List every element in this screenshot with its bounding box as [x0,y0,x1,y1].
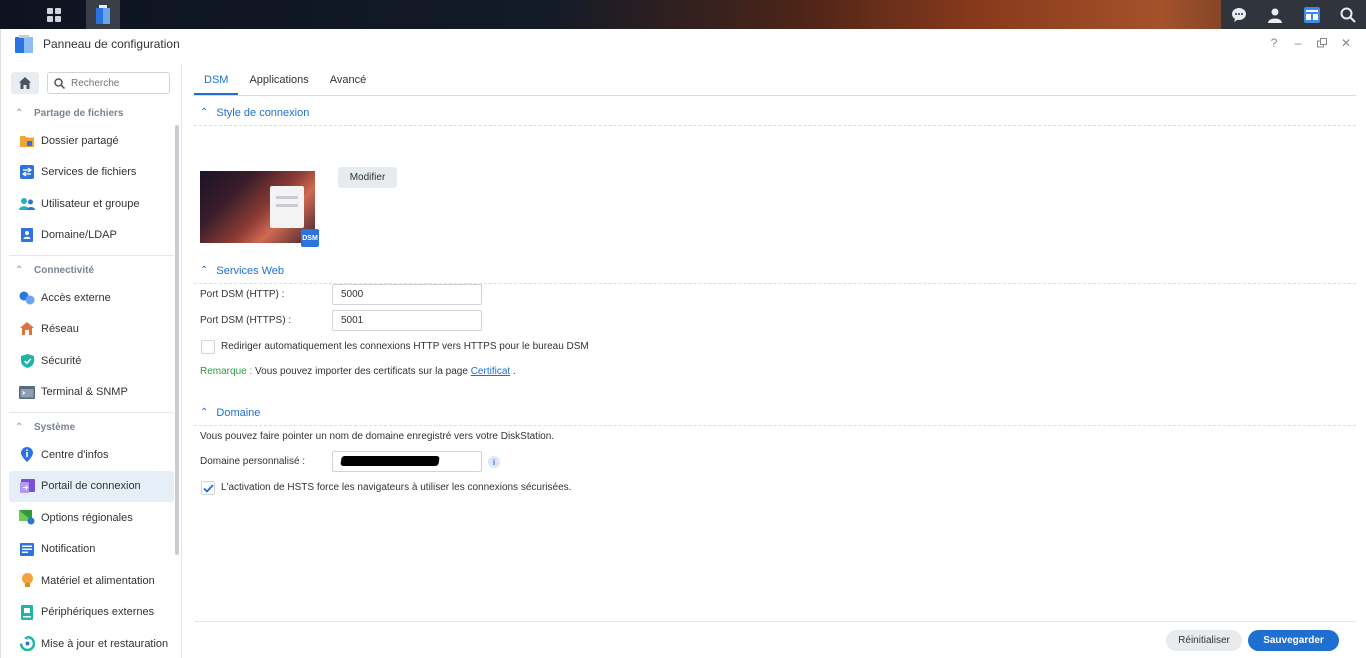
login-portal-icon [19,478,35,494]
search-box[interactable] [47,72,170,94]
users-icon [19,196,35,212]
sidebar-item-hardware-power[interactable]: Matériel et alimentation [9,565,174,597]
redacted-domain [340,456,440,466]
sidebar-item-network[interactable]: Réseau [9,314,174,346]
certificate-remark: Remarque : Vous pouvez importer des cert… [200,366,516,377]
taskbar-tray [1221,0,1366,29]
https-port-field[interactable] [332,310,482,331]
regional-icon [19,510,35,526]
sidebar-item-external-devices[interactable]: Périphériques externes [9,597,174,629]
terminal-icon [19,384,35,400]
desktop-taskbar [0,0,1366,29]
control-panel-window: Panneau de configuration ? – ✕ ⌃ [0,29,1366,658]
restore-icon[interactable] [1316,37,1328,49]
section-web-services[interactable]: ⌃ Services Web [194,258,1356,284]
http-port-label: Port DSM (HTTP) : [200,289,285,300]
section-login-style[interactable]: ⌃ Style de connexion [194,100,1356,126]
sidebar-item-file-services[interactable]: Services de fichiers [9,157,174,189]
window-title: Panneau de configuration [43,37,180,51]
divider [9,255,174,256]
sidebar-item-login-portal[interactable]: Portail de connexion [9,470,174,502]
hsts-checkbox[interactable] [201,481,215,495]
tab-applications[interactable]: Applications [239,74,318,95]
sidebar-scrollbar[interactable] [175,125,179,555]
domain-icon [19,227,35,243]
sidebar-item-notification[interactable]: Notification [9,534,174,566]
chevron-up-icon: ⌃ [200,407,209,418]
remark-prefix: Remarque : [200,366,253,377]
control-panel-icon[interactable] [86,0,120,29]
sidebar-item-terminal-snmp[interactable]: Terminal & SNMP [9,377,174,409]
chat-icon[interactable] [1229,5,1249,25]
chevron-up-icon: ⌃ [15,107,24,119]
divider [9,412,174,413]
chevron-up-icon: ⌃ [200,265,209,276]
hsts-label: L'activation de HSTS force les navigateu… [221,482,572,493]
section-domain[interactable]: ⌃ Domaine [194,400,1356,426]
folder-share-icon [19,133,35,149]
sidebar-item-regional-options[interactable]: Options régionales [9,502,174,534]
login-style-preview[interactable] [200,171,315,243]
group-system[interactable]: ⌃ Système [9,415,174,439]
control-panel-app-icon [15,35,35,53]
domain-description: Vous pouvez faire pointer un nom de doma… [200,431,555,442]
home-button[interactable] [11,72,39,94]
info-center-icon [19,447,35,463]
sidebar: ⌃ Partage de fichiers Dossier partagé Se… [1,65,182,658]
home-icon [19,77,31,89]
file-services-icon [19,164,35,180]
sidebar-item-update-restore[interactable]: Mise à jour et restauration [9,628,174,658]
modify-button[interactable]: Modifier [338,167,397,188]
user-icon[interactable] [1265,5,1285,25]
search-icon[interactable] [1338,5,1358,25]
sidebar-item-user-group[interactable]: Utilisateur et groupe [9,188,174,220]
grid-icon[interactable] [37,0,71,29]
chevron-up-icon: ⌃ [200,107,209,118]
reset-button[interactable]: Réinitialiser [1166,630,1242,651]
search-input[interactable] [71,77,161,89]
sidebar-item-external-access[interactable]: Accès externe [9,282,174,314]
checkmark-icon [202,483,214,493]
notification-icon [19,541,35,557]
redirect-https-checkbox[interactable] [201,340,215,354]
sidebar-list: ⌃ Partage de fichiers Dossier partagé Se… [9,101,174,658]
minimize-icon[interactable]: – [1292,36,1304,50]
save-button[interactable]: Sauvegarder [1248,630,1339,651]
https-port-label: Port DSM (HTTPS) : [200,315,292,326]
external-access-icon [19,290,35,306]
certificate-link[interactable]: Certificat [471,366,510,377]
http-port-field[interactable] [332,284,482,305]
info-icon[interactable]: i [488,456,500,468]
sidebar-item-domain-ldap[interactable]: Domaine/LDAP [9,220,174,252]
remark-suffix: . [510,366,516,377]
search-icon [54,77,65,89]
footer-bar: Réinitialiser Sauvegarder [194,621,1356,658]
dsm-badge: DSM [301,229,319,247]
chevron-up-icon: ⌃ [15,421,24,433]
external-devices-icon [19,604,35,620]
update-icon [19,636,35,652]
sidebar-item-security[interactable]: Sécurité [9,345,174,377]
preview-login-dialog [270,186,304,228]
custom-domain-field[interactable] [332,451,482,472]
bulb-icon [19,573,35,589]
widgets-icon[interactable] [1302,5,1322,25]
sidebar-item-info-center[interactable]: Centre d'infos [9,439,174,471]
tab-advanced[interactable]: Avancé [320,74,377,95]
redirect-https-label: Rediriger automatiquement les connexions… [221,341,589,352]
close-icon[interactable]: ✕ [1340,36,1352,50]
tab-dsm[interactable]: DSM [194,74,239,95]
help-icon[interactable]: ? [1268,36,1280,50]
main-panel: DSM Applications Avancé ⌃ Style de conne… [194,65,1356,658]
network-icon [19,321,35,337]
custom-domain-label: Domaine personnalisé : [200,456,306,467]
group-file-sharing[interactable]: ⌃ Partage de fichiers [9,101,174,125]
remark-text: Vous pouvez importer des certificats sur… [252,366,471,377]
chevron-up-icon: ⌃ [15,264,24,276]
shield-icon [19,353,35,369]
tab-bar: DSM Applications Avancé [194,65,1356,96]
sidebar-item-shared-folder[interactable]: Dossier partagé [9,125,174,157]
group-connectivity[interactable]: ⌃ Connectivité [9,258,174,282]
window-titlebar: Panneau de configuration ? – ✕ [1,29,1366,59]
